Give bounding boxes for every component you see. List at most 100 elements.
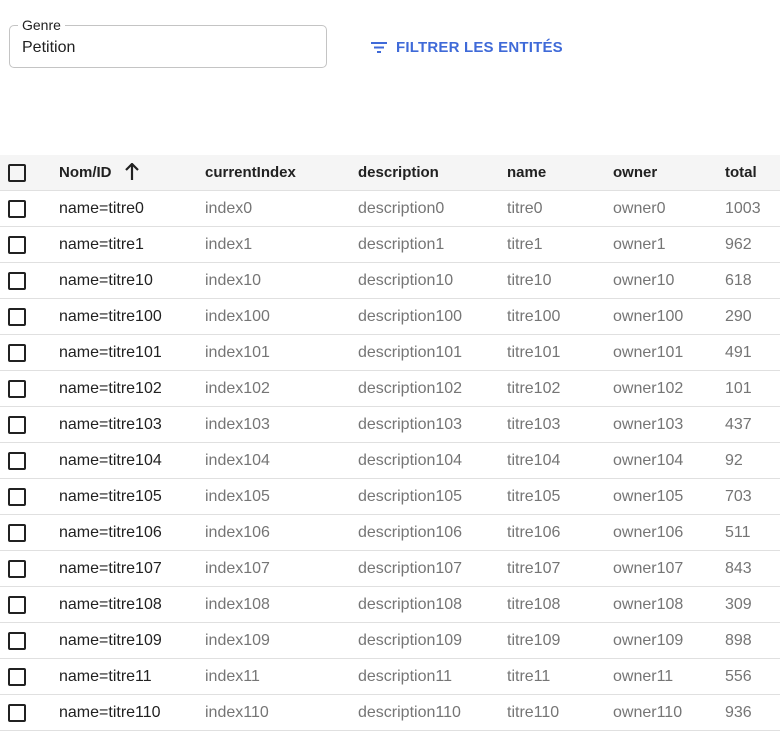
row-checkbox[interactable] — [8, 416, 26, 434]
cell-owner: owner0 — [613, 200, 666, 217]
table-row[interactable]: name=titre11 index11 description11 titre11 o… — [0, 659, 780, 695]
row-checkbox[interactable] — [8, 380, 26, 398]
cell-current-index: index10 — [205, 272, 262, 289]
cell-total: 491 — [725, 344, 752, 361]
cell-total: 290 — [725, 308, 752, 325]
table-row[interactable]: name=titre102 index102 description102 titre… — [0, 371, 780, 407]
cell-owner: owner102 — [613, 380, 684, 397]
cell-name-id: name=titre109 — [59, 632, 162, 649]
table-row[interactable]: name=titre1 index1 description1 titre1 owner… — [0, 227, 780, 263]
cell-description: description104 — [358, 452, 463, 469]
cell-name: titre106 — [507, 524, 561, 541]
table-row[interactable]: name=titre109 index109 description109 titre… — [0, 623, 780, 659]
cell-name-id: name=titre0 — [59, 200, 144, 217]
filter-entities-button[interactable]: FILTRER LES ENTITÉS — [370, 36, 563, 58]
table-row[interactable]: name=titre103 index103 description103 titre… — [0, 407, 780, 443]
column-header-owner[interactable]: owner — [613, 155, 657, 191]
cell-owner: owner105 — [613, 488, 684, 505]
cell-total: 703 — [725, 488, 752, 505]
cell-total: 556 — [725, 668, 752, 685]
row-checkbox[interactable] — [8, 488, 26, 506]
cell-owner: owner101 — [613, 344, 684, 361]
cell-current-index: index107 — [205, 560, 270, 577]
cell-owner: owner11 — [613, 668, 674, 685]
genre-select[interactable]: Genre Petition — [9, 16, 327, 68]
table-row[interactable]: name=titre101 index101 description101 titre… — [0, 335, 780, 371]
row-checkbox[interactable] — [8, 236, 26, 254]
row-checkbox[interactable] — [8, 704, 26, 722]
cell-name-id: name=titre101 — [59, 344, 162, 361]
table-row[interactable]: name=titre105 index105 description105 titre… — [0, 479, 780, 515]
cell-description: description110 — [358, 704, 461, 721]
cell-total: 92 — [725, 452, 743, 469]
cell-description: description103 — [358, 416, 463, 433]
table-row[interactable]: name=titre107 index107 description107 titre… — [0, 551, 780, 587]
table-row[interactable]: name=titre108 index108 description108 titre… — [0, 587, 780, 623]
table-row[interactable]: name=titre106 index106 description106 titre… — [0, 515, 780, 551]
table-row[interactable]: name=titre100 index100 description100 titre… — [0, 299, 780, 335]
cell-name: titre109 — [507, 632, 561, 649]
table-row[interactable]: name=titre110 index110 description110 titre… — [0, 695, 780, 731]
cell-name-id: name=titre108 — [59, 596, 162, 613]
cell-name: titre102 — [507, 380, 561, 397]
cell-current-index: index103 — [205, 416, 270, 433]
cell-description: description106 — [358, 524, 463, 541]
cell-name: titre105 — [507, 488, 561, 505]
cell-name: titre110 — [507, 704, 560, 721]
cell-name-id: name=titre110 — [59, 704, 161, 721]
genre-value: Petition — [22, 39, 76, 56]
column-header-current-index[interactable]: currentIndex — [205, 155, 296, 191]
cell-name-id: name=titre107 — [59, 560, 162, 577]
cell-current-index: index100 — [205, 308, 270, 325]
cell-description: description107 — [358, 560, 463, 577]
cell-total: 309 — [725, 596, 752, 613]
cell-name: titre1 — [507, 236, 543, 253]
cell-owner: owner109 — [613, 632, 684, 649]
cell-owner: owner103 — [613, 416, 684, 433]
cell-description: description100 — [358, 308, 463, 325]
row-checkbox[interactable] — [8, 308, 26, 326]
row-checkbox[interactable] — [8, 200, 26, 218]
cell-description: description1 — [358, 236, 445, 253]
table-row[interactable]: name=titre104 index104 description104 titre… — [0, 443, 780, 479]
cell-name-id: name=titre10 — [59, 272, 153, 289]
row-checkbox[interactable] — [8, 524, 26, 542]
cell-owner: owner104 — [613, 452, 684, 469]
column-header-total[interactable]: total — [725, 155, 757, 191]
cell-current-index: index109 — [205, 632, 270, 649]
cell-total: 618 — [725, 272, 752, 289]
row-checkbox[interactable] — [8, 632, 26, 650]
cell-current-index: index108 — [205, 596, 270, 613]
select-all-checkbox[interactable] — [8, 164, 26, 182]
column-header-name-id-label: Nom/ID — [59, 164, 112, 181]
table-row[interactable]: name=titre10 index10 description10 titre10 o… — [0, 263, 780, 299]
column-header-name-id[interactable]: Nom/ID — [59, 155, 140, 191]
cell-name: titre10 — [507, 272, 552, 289]
row-checkbox[interactable] — [8, 272, 26, 290]
row-checkbox[interactable] — [8, 560, 26, 578]
cell-current-index: index1 — [205, 236, 253, 253]
cell-name-id: name=titre105 — [59, 488, 162, 505]
row-checkbox[interactable] — [8, 668, 26, 686]
cell-total: 1003 — [725, 200, 761, 217]
column-header-description[interactable]: description — [358, 155, 439, 191]
cell-name: titre104 — [507, 452, 561, 469]
cell-name-id: name=titre1 — [59, 236, 144, 253]
cell-owner: owner107 — [613, 560, 684, 577]
table-row[interactable]: name=titre0 index0 description0 titre0 owner… — [0, 191, 780, 227]
cell-name: titre108 — [507, 596, 561, 613]
cell-owner: owner108 — [613, 596, 684, 613]
cell-name: titre107 — [507, 560, 561, 577]
cell-owner: owner106 — [613, 524, 684, 541]
cell-description: description101 — [358, 344, 463, 361]
cell-current-index: index0 — [205, 200, 253, 217]
table-header-row: Nom/ID currentIndex description name own… — [0, 155, 780, 191]
row-checkbox[interactable] — [8, 344, 26, 362]
column-header-name[interactable]: name — [507, 155, 546, 191]
cell-total: 843 — [725, 560, 752, 577]
row-checkbox[interactable] — [8, 452, 26, 470]
row-checkbox[interactable] — [8, 596, 26, 614]
sort-ascending-icon[interactable] — [124, 162, 140, 181]
cell-current-index: index105 — [205, 488, 270, 505]
cell-total: 101 — [725, 380, 752, 397]
